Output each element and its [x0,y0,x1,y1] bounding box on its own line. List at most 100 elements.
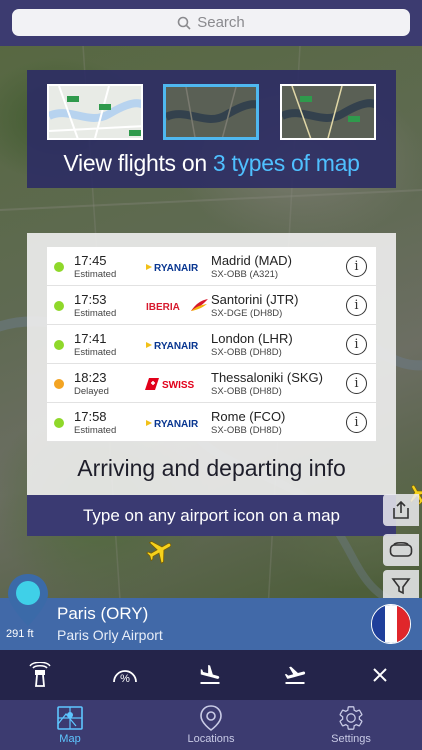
vr-headset-icon [389,542,413,557]
airline-logo-text: RYANAIR [154,263,199,274]
close-icon [373,668,387,682]
flight-destination: Madrid (MAD) [211,253,292,268]
tab-locations[interactable]: Locations [161,703,261,749]
filter-icon [391,578,411,595]
flight-status: Estimated [74,347,117,358]
gauge-percent-icon: % [113,670,137,685]
map-type-hybrid-thumbnail[interactable] [280,84,376,140]
airline-logo: RYANAIR [145,259,209,275]
flight-destination: London (LHR) [211,331,293,346]
flight-time: 17:53 [74,292,107,307]
flight-status: Estimated [74,269,117,280]
ryanair-logo-icon: RYANAIR [146,419,199,430]
map-icon [57,706,83,730]
airline-logo: RYANAIR [145,415,209,431]
info-icon: i [354,298,359,313]
airport-pin-icon [8,574,48,626]
swiss-logo-icon: SWISS [145,378,195,391]
share-icon [393,500,409,519]
flight-status-dot [54,340,64,350]
tab-locations-label: Locations [187,733,235,745]
share-button[interactable] [383,494,419,526]
svg-text:%: % [120,673,130,685]
airport-title: Paris (ORY) [57,604,149,623]
control-tower-button[interactable] [25,660,55,690]
plane-takeoff-icon [284,666,306,684]
departures-button[interactable] [280,660,310,690]
flight-row[interactable]: 17:58 Estimated RYANAIR Rome (FCO) SX-OBB (D… [47,403,376,442]
aircraft-marker-icon[interactable] [143,536,177,566]
airport-tap-hint-banner: Type on any airport icon on a map [27,495,396,536]
flight-status-dot [54,301,64,311]
info-button[interactable]: i [346,334,367,355]
flight-destination: Thessaloniki (SKG) [211,370,323,385]
flight-status: Estimated [74,425,117,436]
flight-status-dot [54,379,64,389]
flight-time: 17:45 [74,253,107,268]
gear-icon [339,706,363,730]
info-icon: i [354,415,359,430]
info-icon: i [354,337,359,352]
control-tower-icon [29,662,51,687]
map-types-promo: View flights on 3 types of map [27,70,396,188]
airline-logo-text: RYANAIR [154,341,199,352]
info-button[interactable]: i [346,412,367,433]
flight-registration: SX-DGE (DH8D) [211,308,283,319]
flight-status-dot [54,262,64,272]
close-button[interactable] [365,660,395,690]
search-icon [177,16,191,30]
flight-registration: SX-OBB (DH8D) [211,425,282,436]
map-type-satellite-thumbnail[interactable] [163,84,259,140]
flight-row[interactable]: 17:41 Estimated RYANAIR London (LHR) SX-OBB … [47,325,376,364]
flight-registration: SX-OBB (A321) [211,269,279,280]
arrivals-departures-promo: 17:45 Estimated RYANAIR Madrid (MAD) SX-OBB … [27,233,396,536]
flight-row[interactable]: 17:53 Estimated IBERIA Santorini (JTR) SX-DG… [47,286,376,325]
flight-registration: SX-OBB (DH8D) [211,347,282,358]
info-button[interactable]: i [346,295,367,316]
flight-registration: SX-OBB (DH8D) [211,386,282,397]
plane-landing-icon [200,665,220,684]
search-field[interactable]: Search [12,9,410,36]
info-icon: i [354,376,359,391]
flight-destination: Rome (FCO) [211,409,286,424]
airline-logo-text: IBERIA [146,302,180,313]
search-header: Search [0,0,422,46]
flag-stripe-white [384,605,398,643]
flight-time: 17:58 [74,409,107,424]
tab-map[interactable]: Map [20,703,120,749]
tab-settings[interactable]: Settings [301,703,401,749]
airport-full-name: Paris Orly Airport [57,627,163,643]
ryanair-logo-icon: RYANAIR [146,263,199,274]
tab-map-label: Map [59,733,81,745]
airline-logo: RYANAIR [145,337,209,353]
arrivals-departures-heading: Arriving and departing info [77,455,346,481]
info-button[interactable]: i [346,373,367,394]
flight-time: 17:41 [74,331,107,346]
flight-status-dot [54,418,64,428]
airline-logo: SWISS [145,376,209,392]
map-type-standard-thumbnail[interactable] [47,84,143,140]
flight-status: Delayed [74,386,109,397]
vr-view-button[interactable] [383,534,419,566]
flight-destination: Santorini (JTR) [211,292,299,307]
ryanair-logo-icon: RYANAIR [146,341,199,352]
map-types-title-prefix: View flights on [63,150,213,176]
search-placeholder: Search [197,14,245,31]
flight-status: Estimated [74,308,117,319]
flight-time: 18:23 [74,370,107,385]
france-flag-icon [371,604,411,644]
airline-logo-text: SWISS [162,380,195,391]
airport-elevation: 291 ft [6,628,34,640]
info-button[interactable]: i [346,256,367,277]
flight-row[interactable]: 18:23 Delayed SWISS Thessaloniki (SKG) SX-OB… [47,364,376,403]
flight-row[interactable]: 17:45 Estimated RYANAIR Madrid (MAD) SX-OBB … [47,247,376,286]
info-icon: i [354,259,359,274]
tab-settings-label: Settings [331,733,371,745]
delay-stats-button[interactable]: % [110,660,140,690]
location-pin-icon [200,705,222,731]
iberia-logo-icon: IBERIA [146,299,208,313]
airline-logo: IBERIA [145,298,209,314]
airline-logo-text: RYANAIR [154,419,199,430]
map-types-title: View flights on 3 types of map [27,150,396,177]
arrivals-button[interactable] [195,660,225,690]
